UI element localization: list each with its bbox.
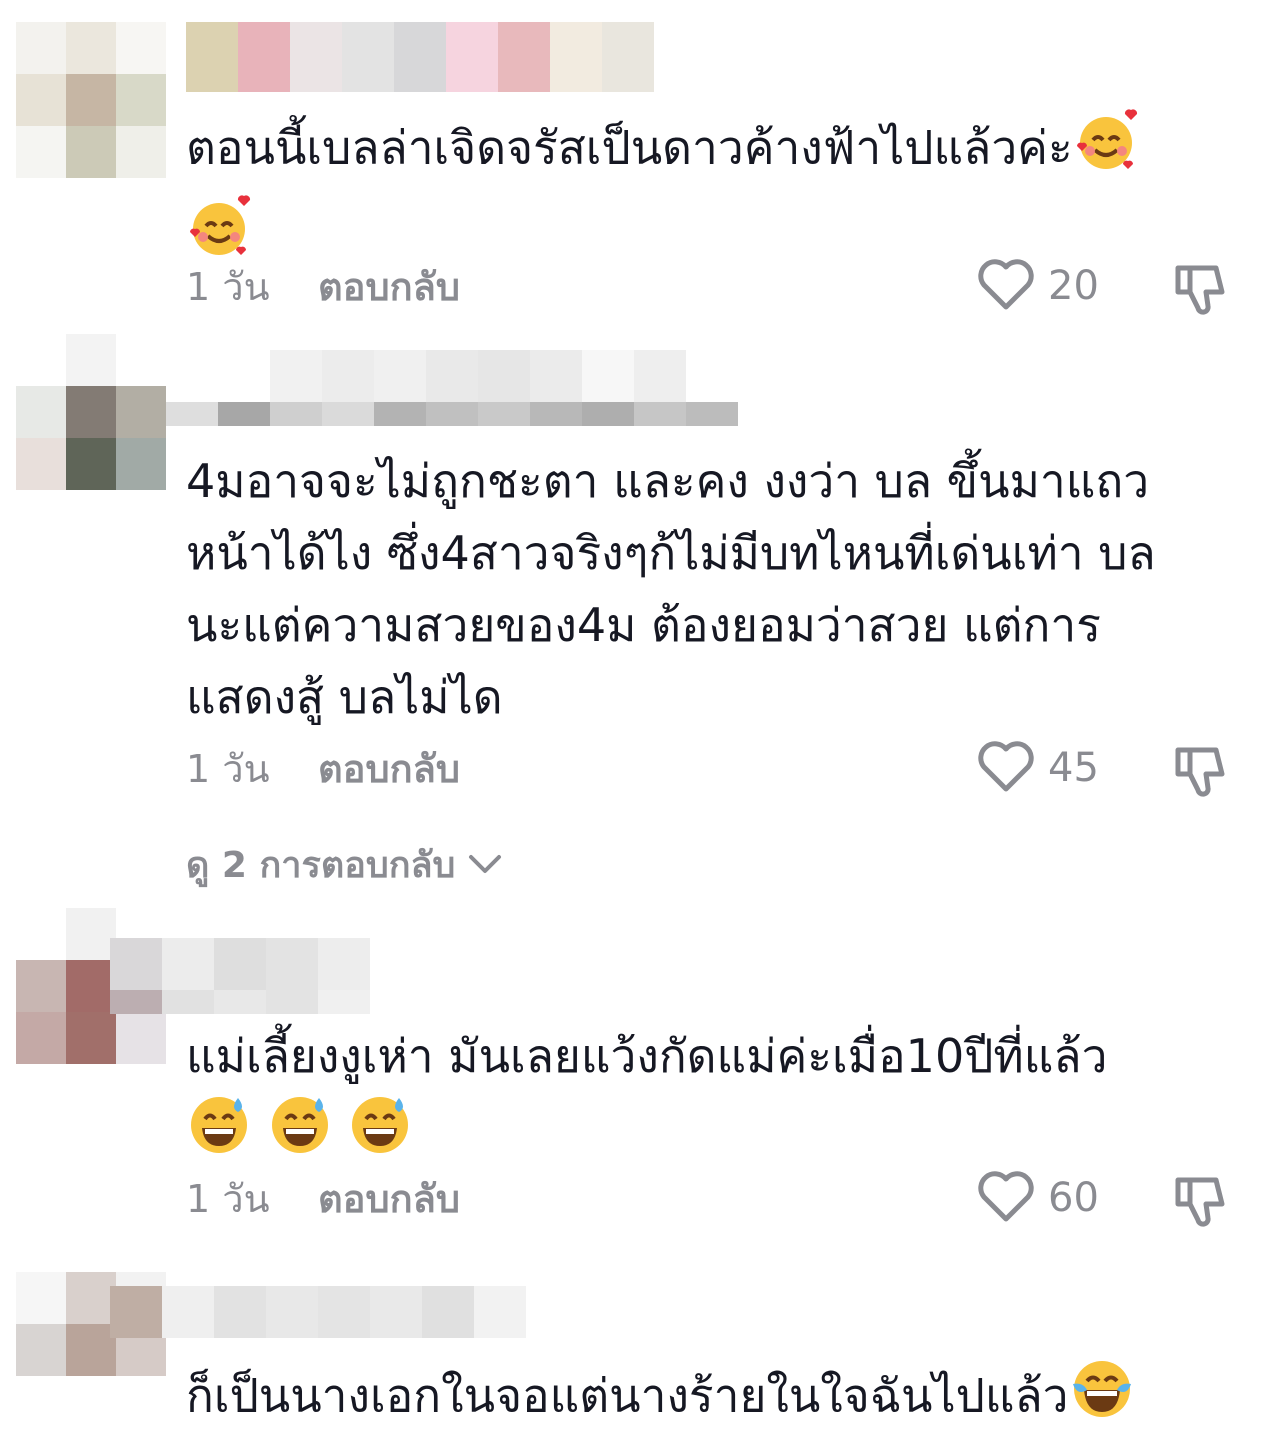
chevron-down-icon (455, 844, 503, 885)
face-with-tears-of-joy-icon (1069, 1356, 1135, 1442)
timestamp: 1 วัน (186, 746, 270, 791)
comment-meta: 1 วัน ตอบกลับ 60 (186, 1168, 1232, 1228)
username-blurred[interactable] (186, 22, 654, 92)
like-button[interactable]: 45 (976, 738, 1099, 798)
grinning-face-with-sweat-icon (267, 1092, 333, 1178)
timestamp: 1 วัน (186, 1176, 270, 1221)
reply-button[interactable]: ตอบกลับ (318, 738, 460, 799)
like-button[interactable]: 20 (976, 256, 1099, 316)
timestamp: 1 วัน (186, 264, 270, 309)
like-count: 45 (1048, 745, 1099, 791)
grinning-face-with-sweat-icon (347, 1092, 413, 1178)
comment-text: 4มอาจจะไม่ถูกชะตา และคง งงว่า บล ขึ้นมาแ… (186, 454, 1156, 724)
avatar[interactable] (16, 334, 166, 490)
username-blurred[interactable] (110, 1286, 530, 1338)
reply-button[interactable]: ตอบกลับ (318, 1168, 460, 1229)
like-count: 20 (1048, 263, 1099, 309)
thumbs-down-icon[interactable] (1172, 1172, 1228, 1232)
thumbs-down-icon[interactable] (1172, 742, 1228, 802)
username-blurred[interactable] (110, 938, 370, 1014)
view-replies-button[interactable]: ดู 2 การตอบกลับ (186, 836, 503, 892)
reply-button[interactable]: ตอบกลับ (318, 256, 460, 317)
like-button[interactable]: 60 (976, 1168, 1099, 1228)
thumbs-down-icon[interactable] (1172, 260, 1228, 320)
comment-text: ก็เป็นนางเอกในจอแต่นางร้ายในใจฉันไปแล้ว (186, 1356, 1246, 1442)
view-replies-label: ดู 2 การตอบกลับ (186, 844, 456, 886)
heart-icon[interactable] (976, 257, 1036, 315)
comment-text: ตอนนี้เบลล่าเจิดจรัสเป็นดาวค้างฟ้าไปแล้ว… (186, 108, 1246, 280)
username-blurred[interactable] (166, 350, 786, 426)
like-count: 60 (1048, 1175, 1099, 1221)
avatar[interactable] (16, 22, 166, 178)
heart-icon[interactable] (976, 739, 1036, 797)
grinning-face-with-sweat-icon (186, 1092, 252, 1178)
comment-meta: 1 วัน ตอบกลับ 45 (186, 738, 1232, 798)
smiling-face-with-hearts-icon (1073, 108, 1139, 194)
comment-meta: 1 วัน ตอบกลับ 20 (186, 256, 1232, 316)
comment-text: แม่เลี้ยงงูเห่า มันเลยแว้งกัดแม่ค่ะเมื่อ… (186, 1020, 1246, 1178)
heart-icon[interactable] (976, 1169, 1036, 1227)
